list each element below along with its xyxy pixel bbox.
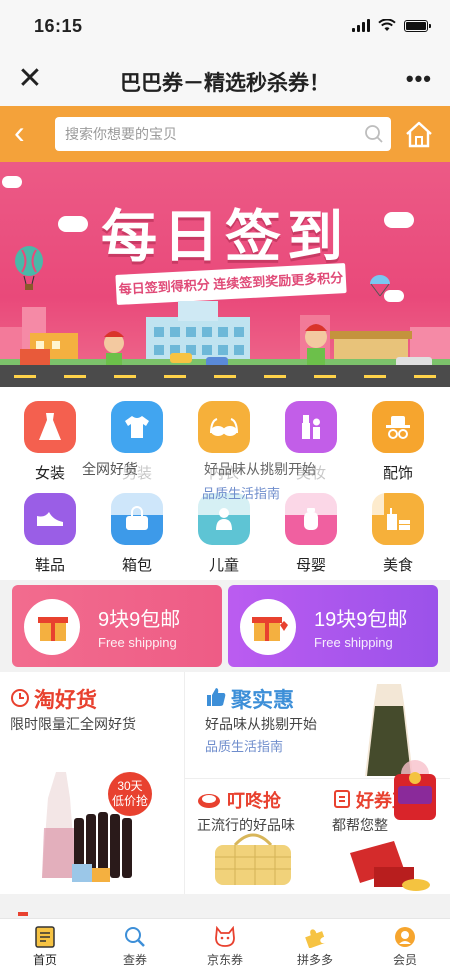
feature-title: 叮咚抢 <box>227 791 281 811</box>
tab-bar: 首页 查券 京东券 拼多多 会员 <box>0 918 450 975</box>
tab-label: 拼多多 <box>296 953 333 967</box>
cellular-signal-icon <box>352 19 370 32</box>
status-bar: 16:15 <box>0 0 450 54</box>
wifi-icon <box>378 19 396 31</box>
overlay-text: 品质生活指南 <box>202 486 281 501</box>
feature-subtitle: 限时限量汇全网好货 <box>10 716 136 732</box>
feature-subtitle: 好品味从挑剔开始 <box>205 716 317 732</box>
status-icons <box>352 19 431 32</box>
more-icon[interactable]: ••• <box>406 66 432 92</box>
home-tab-icon <box>33 925 57 949</box>
category-label: 鞋品 <box>34 557 65 574</box>
shoe-icon <box>24 493 76 545</box>
nav-bar: ✕ 巴巴券－精选秒杀券！ ••• <box>0 54 450 106</box>
clock-icon <box>11 689 29 707</box>
feature-subtitle: 都帮您整 <box>332 817 388 833</box>
category-item-5[interactable]: 鞋品 <box>10 479 90 574</box>
tab-jd-coupon[interactable]: 京东券 <box>180 919 270 975</box>
overlay-text: 好品味从挑剔开始 <box>204 461 316 477</box>
section-spacer <box>0 894 450 918</box>
product-image <box>350 841 430 891</box>
red-envelope-icon[interactable] <box>388 760 442 826</box>
badge-line: 低价抢 <box>111 794 148 808</box>
tab-label: 查券 <box>122 953 147 967</box>
puzzle-tab-icon <box>303 925 327 949</box>
checkin-banner[interactable]: 每日签到 每日签到得积分 连续签到奖励更多积分 <box>0 162 450 387</box>
search-icon[interactable] <box>364 124 384 144</box>
search-input[interactable] <box>55 117 391 151</box>
search-tab-icon <box>123 925 147 949</box>
status-time: 16:15 <box>34 16 83 36</box>
thumbs-up-icon <box>207 688 226 706</box>
badge-line: 30天 <box>117 779 143 793</box>
tab-home[interactable]: 首页 <box>0 919 90 975</box>
promo-title: 9块9包邮 <box>98 609 181 631</box>
promo-section: 9块9包邮 Free shipping 19块9包邮 Free shipping <box>0 580 450 672</box>
battery-icon <box>404 19 431 32</box>
tab-label: 首页 <box>32 953 57 967</box>
partial-red-marker <box>18 912 28 916</box>
tab-member[interactable]: 会员 <box>360 919 450 975</box>
member-tab-icon <box>393 925 417 949</box>
makeup-icon <box>285 401 337 453</box>
promo-card-9-9[interactable]: 9块9包邮 Free shipping <box>12 585 222 667</box>
banner-title: 每日签到 <box>101 205 349 270</box>
feature-taohaohuo[interactable]: 淘好货 限时限量汇全网好货 30天 低价抢 <box>0 672 184 894</box>
tab-search-coupon[interactable]: 查券 <box>90 919 180 975</box>
dress-icon <box>24 401 76 453</box>
hat-icon <box>372 401 424 453</box>
gift-box-icon <box>24 599 80 655</box>
road-decoration <box>0 365 450 387</box>
dog-tab-icon <box>213 925 237 949</box>
cloud-decoration <box>2 176 22 188</box>
promo-subtitle: Free shipping <box>314 635 393 650</box>
home-icon[interactable] <box>404 120 434 148</box>
feature-title: 淘好货 <box>34 689 97 712</box>
category-item-0[interactable]: 女装 <box>10 387 90 482</box>
gift-box-icon <box>240 599 296 655</box>
feature-section: 淘好货 限时限量汇全网好货 30天 低价抢 聚实惠 好品味从挑剔开始 品质生活指… <box>0 672 450 894</box>
category-grid: 女装 男装 内衣 美妆 配饰 鞋品 箱包 <box>0 387 450 580</box>
coupon-icon <box>334 790 350 808</box>
category-label: 美食 <box>382 557 413 574</box>
shirt-icon <box>111 401 163 453</box>
search-bar: ‹ <box>0 106 450 162</box>
product-image <box>215 833 291 885</box>
bra-icon <box>198 401 250 453</box>
back-icon[interactable]: ‹ <box>14 116 40 148</box>
category-label: 儿童 <box>208 557 239 574</box>
low-price-badge: 30天 低价抢 <box>108 772 152 816</box>
bell-icon <box>198 794 220 808</box>
feature-dingdongqiang[interactable]: 叮咚抢 正流行的好品味 <box>185 779 315 894</box>
page-title: 巴巴券－精选秒杀券！ <box>120 72 330 95</box>
tab-label: 会员 <box>392 953 417 967</box>
feature-title: 聚实惠 <box>231 689 294 712</box>
promo-title: 19块9包邮 <box>314 609 408 631</box>
close-icon[interactable]: ✕ <box>16 64 44 94</box>
promo-card-19-9[interactable]: 19块9包邮 Free shipping <box>228 585 438 667</box>
category-label: 箱包 <box>121 557 152 574</box>
promo-subtitle: Free shipping <box>98 635 177 650</box>
feature-link: 品质生活指南 <box>205 739 284 754</box>
tab-pinduoduo[interactable]: 拼多多 <box>270 919 360 975</box>
overlay-text: 全网好货 <box>82 461 138 477</box>
tab-label: 京东券 <box>206 953 243 967</box>
category-label: 母婴 <box>295 557 326 574</box>
